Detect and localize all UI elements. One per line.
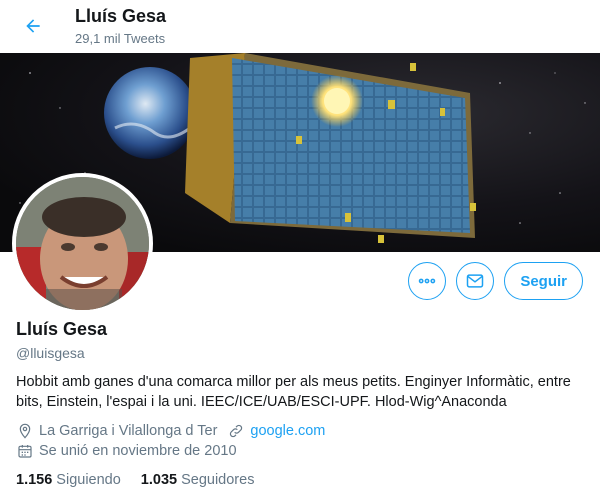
- envelope-icon: [467, 274, 484, 288]
- profile-bio: Hobbit amb ganes d'una comarca millor pe…: [16, 374, 571, 410]
- following-count: 1.156: [16, 472, 53, 488]
- header-title: Lluís Gesa: [75, 6, 167, 26]
- tweet-count: 29,1 mil Tweets: [75, 31, 166, 46]
- more-button[interactable]: [408, 262, 447, 300]
- avatar-photo: [16, 177, 149, 310]
- followers-stat[interactable]: 1.035 Seguidores: [141, 472, 255, 488]
- profile-actions: Seguir: [408, 262, 583, 300]
- back-button[interactable]: [16, 9, 50, 43]
- location-icon: [16, 422, 34, 440]
- message-button[interactable]: [456, 262, 495, 300]
- profile-stats: 1.156 Siguiendo 1.035 Seguidores: [16, 472, 254, 488]
- followers-label: Seguidores: [181, 472, 255, 488]
- profile-avatar[interactable]: [12, 173, 153, 314]
- following-stat[interactable]: 1.156 Siguiendo: [16, 472, 121, 488]
- followers-count: 1.035: [140, 472, 178, 488]
- top-bar: Lluís Gesa 29,1 mil Tweets: [0, 0, 600, 53]
- following-label: Siguiendo: [56, 472, 121, 488]
- profile-handle: @lluisgesa: [16, 345, 85, 361]
- link-icon: [227, 422, 245, 440]
- profile-name: Lluís Gesa: [16, 319, 108, 339]
- profile-joined-row: Se unió en noviembre de 2010: [16, 442, 237, 460]
- follow-button[interactable]: Seguir: [504, 262, 583, 300]
- more-icon: [419, 278, 436, 284]
- profile-location: La Garriga i Vilallonga d Ter: [39, 423, 218, 439]
- profile-meta-row: La Garriga i Vilallonga d Ter google.com: [16, 422, 325, 440]
- profile-website-link[interactable]: google.com: [250, 423, 325, 439]
- profile-joined: Se unió en noviembre de 2010: [39, 443, 237, 459]
- arrow-left-icon: [26, 19, 40, 33]
- calendar-icon: [16, 442, 34, 460]
